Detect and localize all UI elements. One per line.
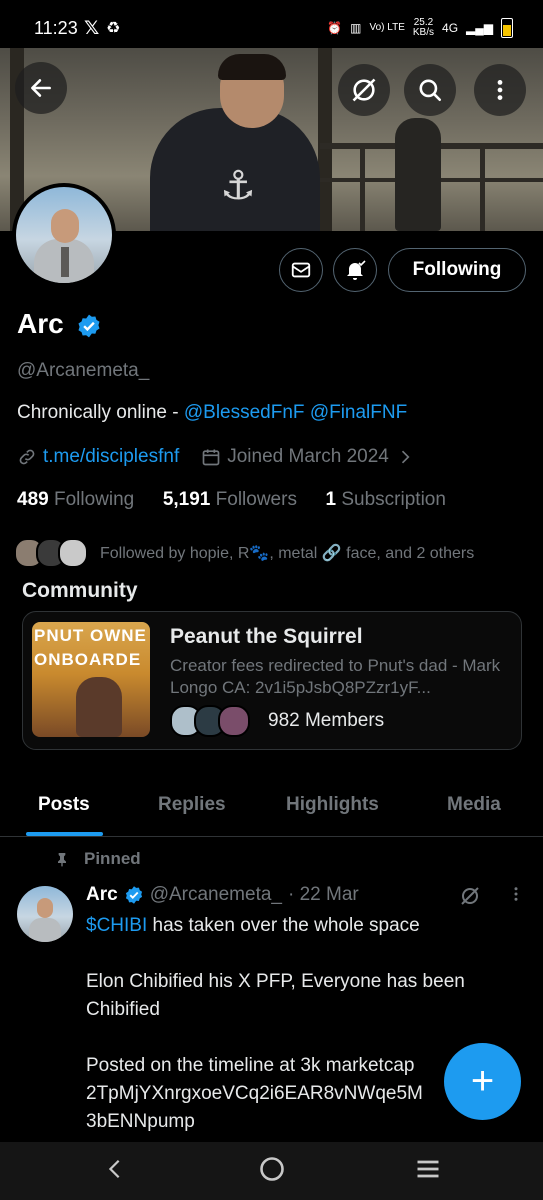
- post-text: 3bENNpump: [86, 1111, 195, 1132]
- status-bar: 11:23 𝕏 ♻ ⏰ ▥ Vo) LTE 25.2 KB/s 4G ▂▄▆: [0, 0, 543, 48]
- battery-icon: [501, 18, 513, 38]
- avatar-suit: [29, 918, 61, 942]
- followers-count[interactable]: 5,191 Followers: [163, 489, 297, 510]
- back-button[interactable]: [15, 62, 67, 114]
- thumb-text: PNUT OWNE: [34, 626, 147, 645]
- post-header: Arc @Arcanemeta_ · 22 Mar: [86, 884, 359, 906]
- nav-home-icon[interactable]: [258, 1154, 286, 1184]
- avatar-face: [51, 209, 79, 243]
- network-type: 4G: [442, 21, 459, 35]
- banner-beam: [318, 48, 332, 231]
- search-icon: [419, 79, 442, 102]
- tab-replies[interactable]: Replies: [158, 794, 226, 816]
- squirrel-figure: [76, 677, 122, 737]
- post-author[interactable]: Arc: [86, 884, 118, 906]
- message-button[interactable]: [279, 248, 323, 292]
- volte-indicator: Vo) LTE: [369, 22, 405, 33]
- post-text: has taken over the whole space: [147, 915, 420, 936]
- grok-icon[interactable]: [458, 884, 482, 908]
- mail-icon: [291, 262, 311, 278]
- pin-icon: [58, 853, 66, 867]
- bio-mention[interactable]: @FinalFNF: [310, 402, 407, 423]
- cashtag-link[interactable]: $CHIBI: [86, 915, 147, 936]
- profile-counts: 489 Following 5,191 Followers 1 Subscrip…: [17, 489, 446, 511]
- profile-tabs: Posts Replies Highlights Media: [0, 780, 543, 837]
- post-text: 2TpMjYXnrgxoeVCq2i6EAR8vNWqe5M: [86, 1083, 423, 1104]
- following-count[interactable]: 489 Following: [17, 489, 134, 510]
- nav-recents-icon[interactable]: [414, 1154, 442, 1184]
- more-vertical-icon: [497, 80, 503, 100]
- bio-text: Chronically online -: [17, 402, 184, 423]
- tab-posts[interactable]: Posts: [38, 794, 90, 816]
- subscription-count[interactable]: 1 Subscription: [326, 489, 446, 510]
- grok-button[interactable]: [338, 64, 390, 116]
- tab-highlights[interactable]: Highlights: [286, 794, 379, 816]
- profile-meta: t.me/disciplesfnf Joined March 2024: [17, 446, 415, 468]
- more-vertical-icon[interactable]: [507, 882, 525, 906]
- status-indicators: ⏰ ▥ Vo) LTE 25.2 KB/s 4G ▂▄▆: [327, 18, 513, 38]
- compose-button[interactable]: +: [444, 1043, 521, 1120]
- post-avatar[interactable]: [17, 886, 73, 942]
- banner-post: [480, 143, 485, 231]
- post-text: Posted on the timeline at 3k marketcap: [86, 1055, 415, 1076]
- banner-hair: [218, 54, 286, 80]
- community-members: 982 Members: [170, 705, 384, 737]
- follower-avatar: [58, 538, 88, 568]
- anchor-icon: ⚓: [220, 164, 256, 208]
- banner-background-person: [395, 118, 441, 231]
- profile-bio: Chronically online - @BlessedFnF @FinalF…: [17, 402, 407, 424]
- bell-check-icon: [347, 260, 366, 280]
- network-speed: 25.2 KB/s: [412, 17, 435, 38]
- community-thumbnail: PNUT OWNE ONBOARDE: [32, 622, 150, 737]
- profile-handle: @Arcanemeta_: [17, 360, 150, 381]
- tab-media[interactable]: Media: [447, 794, 501, 816]
- arrow-left-icon: [31, 79, 51, 97]
- notifications-button[interactable]: [333, 248, 377, 292]
- active-tab-indicator: [26, 832, 103, 836]
- more-button[interactable]: [474, 64, 526, 116]
- sync-icon: ♻: [106, 20, 121, 37]
- followed-by-text: Followed by hopie, R🐾, metal 🔗 face, and…: [100, 545, 475, 562]
- status-time: 11:23: [34, 18, 78, 38]
- post-body: $CHIBI has taken over the whole space El…: [86, 912, 506, 1136]
- profile-avatar[interactable]: [12, 183, 116, 287]
- calendar-icon: [202, 449, 220, 466]
- search-button[interactable]: [404, 64, 456, 116]
- verified-badge-icon[interactable]: [76, 313, 102, 339]
- community-name: Peanut the Squirrel: [170, 625, 363, 648]
- post-handle[interactable]: @Arcanemeta_: [150, 884, 282, 906]
- vibrate-icon: ▥: [350, 21, 362, 35]
- following-button[interactable]: Following: [388, 248, 526, 292]
- alarm-icon: ⏰: [327, 21, 343, 35]
- joined-date: Joined March 2024: [227, 446, 389, 467]
- followed-by[interactable]: Followed by hopie, R🐾, metal 🔗 face, and…: [14, 538, 474, 568]
- grok-icon: [352, 78, 376, 102]
- link-icon: [19, 449, 35, 465]
- verified-badge-icon: [125, 886, 142, 904]
- x-logo-icon: 𝕏: [84, 18, 100, 39]
- members-count: 982 Members: [268, 710, 385, 731]
- avatar-tie: [61, 247, 69, 277]
- bio-mention[interactable]: @BlessedFnF: [184, 402, 305, 423]
- banner-post: [360, 143, 365, 231]
- community-section-title: Community: [22, 579, 138, 602]
- profile-name: Arc: [17, 308, 64, 339]
- avatar-image: [16, 187, 112, 283]
- pinned-text: Pinned: [84, 849, 141, 868]
- profile-link[interactable]: t.me/disciplesfnf: [43, 446, 179, 468]
- community-description: Creator fees redirected to Pnut's dad - …: [170, 656, 501, 697]
- nav-back-icon[interactable]: [104, 1154, 126, 1184]
- signal-icon: ▂▄▆: [466, 21, 493, 35]
- thumb-text: ONBOARDE: [34, 650, 142, 669]
- avatar-face: [37, 898, 53, 918]
- post-text: Elon Chibified his X PFP, Everyone has b…: [86, 971, 465, 1020]
- chevron-right-icon[interactable]: [395, 447, 415, 467]
- pinned-label: Pinned: [54, 849, 141, 869]
- member-avatar: [218, 705, 250, 737]
- system-nav-bar: [0, 1142, 543, 1200]
- post-date: · 22 Mar: [287, 884, 359, 905]
